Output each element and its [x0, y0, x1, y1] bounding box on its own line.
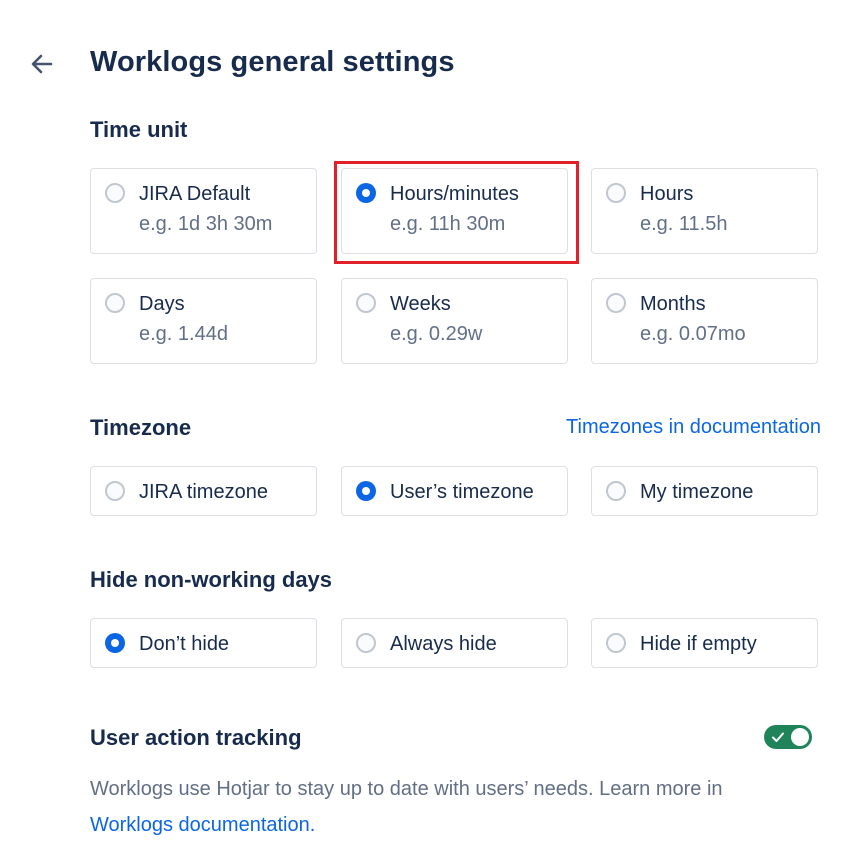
timezone-title: Timezone	[90, 415, 192, 440]
hide-days-option-always-hide[interactable]: Always hide	[341, 618, 568, 668]
time-unit-option-hours[interactable]: Hours e.g. 11.5h	[591, 168, 818, 254]
hide-days-title: Hide non-working days	[90, 567, 333, 592]
option-label: My timezone	[640, 481, 754, 503]
radio-unchecked-icon[interactable]	[606, 633, 626, 653]
radio-checked-icon[interactable]	[356, 183, 376, 203]
option-label: User’s timezone	[390, 481, 534, 503]
tracking-description: Worklogs use Hotjar to stay up to date w…	[90, 771, 790, 843]
option-label: Always hide	[390, 633, 497, 655]
check-icon	[772, 732, 784, 742]
option-label: Hours/minutes	[390, 183, 519, 205]
timezones-documentation-link[interactable]: Timezones in documentation	[566, 416, 821, 439]
option-label: JIRA Default	[139, 183, 251, 205]
option-example: e.g. 11.5h	[640, 213, 728, 235]
tracking-title: User action tracking	[90, 725, 302, 750]
option-label: Hide if empty	[640, 633, 757, 655]
arrow-left-icon	[31, 54, 53, 74]
option-label: Don’t hide	[139, 633, 230, 655]
time-unit-option-months[interactable]: Months e.g. 0.07mo	[591, 278, 818, 364]
hide-days-option-hide-if-empty[interactable]: Hide if empty	[591, 618, 818, 668]
radio-unchecked-icon[interactable]	[606, 481, 626, 501]
time-unit-option-hours-minutes[interactable]: Hours/minutes e.g. 11h 30m	[341, 168, 568, 254]
radio-unchecked-icon[interactable]	[356, 293, 376, 313]
time-unit-title: Time unit	[90, 117, 188, 142]
time-unit-option-jira-default[interactable]: JIRA Default e.g. 1d 3h 30m	[90, 168, 317, 254]
radio-unchecked-icon[interactable]	[105, 183, 125, 203]
radio-checked-icon[interactable]	[105, 633, 125, 653]
option-example: e.g. 0.07mo	[640, 323, 746, 345]
timezone-option-users[interactable]: User’s timezone	[341, 466, 568, 516]
timezone-option-jira[interactable]: JIRA timezone	[90, 466, 317, 516]
worklogs-documentation-link[interactable]: Worklogs documentation.	[90, 814, 315, 836]
radio-checked-icon[interactable]	[356, 481, 376, 501]
option-example: e.g. 11h 30m	[390, 213, 506, 235]
option-label: Hours	[640, 183, 694, 205]
page-title: Worklogs general settings	[90, 46, 455, 78]
time-unit-option-days[interactable]: Days e.g. 1.44d	[90, 278, 317, 364]
option-example: e.g. 1d 3h 30m	[139, 213, 273, 235]
tracking-description-text: Worklogs use Hotjar to stay up to date w…	[90, 778, 723, 800]
option-label: Weeks	[390, 293, 451, 315]
radio-unchecked-icon[interactable]	[606, 293, 626, 313]
radio-unchecked-icon[interactable]	[105, 293, 125, 313]
timezone-option-mine[interactable]: My timezone	[591, 466, 818, 516]
hide-days-option-dont-hide[interactable]: Don’t hide	[90, 618, 317, 668]
option-example: e.g. 1.44d	[139, 323, 228, 345]
option-label: Months	[640, 293, 706, 315]
radio-unchecked-icon[interactable]	[105, 481, 125, 501]
radio-unchecked-icon[interactable]	[606, 183, 626, 203]
option-example: e.g. 0.29w	[390, 323, 483, 345]
tracking-toggle[interactable]	[764, 725, 812, 749]
back-button[interactable]	[28, 50, 56, 78]
option-label: Days	[139, 293, 185, 315]
toggle-knob	[791, 728, 809, 746]
option-label: JIRA timezone	[139, 481, 268, 503]
radio-unchecked-icon[interactable]	[356, 633, 376, 653]
time-unit-option-weeks[interactable]: Weeks e.g. 0.29w	[341, 278, 568, 364]
